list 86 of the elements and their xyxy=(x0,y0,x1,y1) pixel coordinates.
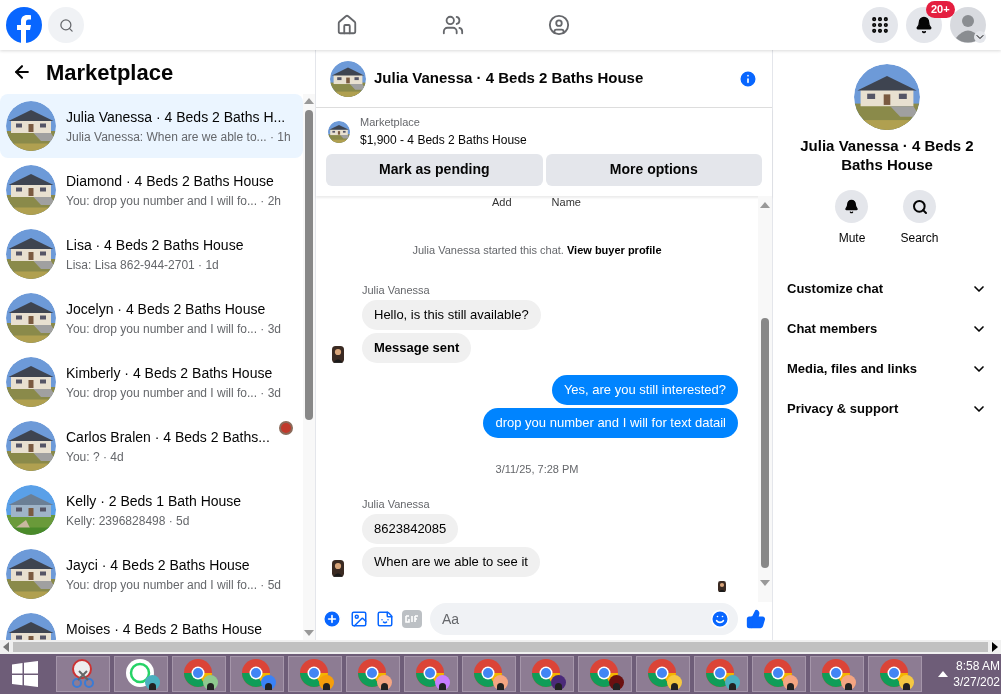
scroll-right-arrow[interactable] xyxy=(992,642,998,652)
conversation-preview: Julia Vanessa: When are we able to... · 1h xyxy=(66,129,292,145)
message-timestamp: 3/11/25, 7:28 PM xyxy=(495,462,579,477)
profile-avatar[interactable] xyxy=(950,7,986,43)
conversation-title: Moises · 4 Beds 2 Baths House xyxy=(66,621,264,639)
avatar xyxy=(332,560,344,578)
tray-arrow[interactable] xyxy=(938,671,948,677)
avatar xyxy=(718,581,726,593)
search-button[interactable] xyxy=(48,7,84,43)
groups-icon[interactable] xyxy=(548,14,570,36)
conversation-title: Jayci · 4 Beds 2 Baths House xyxy=(66,557,251,575)
photo-icon[interactable] xyxy=(350,610,368,628)
bell-icon xyxy=(915,16,933,34)
conversation-title: Kelly · 2 Beds 1 Bath House xyxy=(66,493,243,511)
conversation-preview: You: drop you number and I will fo... · 5d xyxy=(66,577,282,593)
conversation-title: Diamond · 4 Beds 2 Baths House xyxy=(66,173,275,191)
cut-label: Name xyxy=(551,195,581,208)
conversation-item[interactable]: Julia Vanessa · 4 Beds 2 Baths H... Julia Vanessa: When are we able to... · 1h xyxy=(0,94,303,158)
page-title: Marketplace xyxy=(46,58,174,87)
scrollbar[interactable] xyxy=(303,94,315,640)
cut-label: Add xyxy=(492,195,512,208)
conversation-preview: You: drop you number and I will fo... · 3d xyxy=(66,321,282,337)
details-section[interactable]: Privacy & support xyxy=(787,389,987,429)
conversation-item[interactable]: Kimberly · 4 Beds 2 Baths House You: drop you number and I will fo... · 3d xyxy=(0,350,303,414)
windows-icon[interactable] xyxy=(12,661,38,687)
conversation-preview: You: drop you number and I will fo... · 2h xyxy=(66,193,282,209)
conversation-title: Jocelyn · 4 Beds 2 Baths House xyxy=(66,301,267,319)
conversation-preview: You: drop you number and I will fo... · 3d xyxy=(66,385,282,401)
conversation-title: Julia Vanessa · 4 Beds 2 Baths H... xyxy=(66,109,287,127)
notification-badge: 20+ xyxy=(926,1,955,18)
scroll-down-arrow[interactable] xyxy=(304,630,314,636)
home-icon[interactable] xyxy=(336,14,358,36)
incoming-message: 8623842085 xyxy=(362,514,459,545)
conversation-title: Lisa · 4 Beds 2 Baths House xyxy=(66,237,245,255)
sender-name: Julia Vanessa xyxy=(362,498,430,511)
listing-summary: $1,900 - 4 Beds 2 Baths House xyxy=(360,132,527,148)
scroll-down-arrow[interactable] xyxy=(760,580,770,586)
horizontal-scrollbar[interactable] xyxy=(0,640,1001,654)
conversation-item[interactable]: Carlos Bralen · 4 Beds 2 Baths... You: ? · 4d xyxy=(0,414,303,478)
clock-date: 3/27/202 xyxy=(953,674,1000,690)
incoming-message: When are we able to see it xyxy=(362,547,540,578)
conversation-title: Kimberly · 4 Beds 2 Baths House xyxy=(66,365,274,383)
scroll-left-arrow[interactable] xyxy=(3,642,9,652)
chat-notice: Julia Vanessa started this chat. View buyer profile xyxy=(411,242,663,258)
conversation-preview: Kelly: 2396828498 · 5d xyxy=(66,513,191,529)
search-icon xyxy=(58,17,74,33)
clock-time: 8:58 AM xyxy=(955,658,1000,674)
scroll-up-arrow[interactable] xyxy=(760,201,770,208)
conversation-item[interactable]: Jocelyn · 4 Beds 2 Baths House You: drop you number and I will fo... · 3d xyxy=(0,286,303,350)
outgoing-message: drop you number and I will for text datail xyxy=(483,408,738,439)
details-action[interactable]: Search xyxy=(900,190,939,247)
incoming-message: Hello, is this still available? xyxy=(362,300,541,331)
scrollbar[interactable] xyxy=(758,195,772,602)
menu-button[interactable] xyxy=(862,7,898,43)
listing-action-button[interactable]: Mark as pending xyxy=(326,153,543,186)
conversation-item[interactable]: Diamond · 4 Beds 2 Baths House You: drop you number and I will fo... · 2h xyxy=(0,158,303,222)
bell-icon xyxy=(844,199,860,214)
info-icon[interactable] xyxy=(738,68,758,89)
details-title: Julia Vanessa · 4 Beds 2 Baths House xyxy=(799,136,975,174)
like-icon[interactable] xyxy=(746,609,766,629)
incoming-message: Message sent xyxy=(362,333,472,364)
details-section[interactable]: Customize chat xyxy=(787,269,987,309)
conversation-preview: You: ? · 4d xyxy=(66,449,125,465)
conversation-preview: Lisa: Lisa 862-944-2701 · 1d xyxy=(66,257,220,273)
scroll-up-arrow[interactable] xyxy=(304,98,314,104)
conversation-item[interactable]: Kelly · 2 Beds 1 Bath House Kelly: 2396828498 · 5d xyxy=(0,478,303,542)
conversation-title: Carlos Bralen · 4 Beds 2 Baths... xyxy=(66,429,269,447)
listing-source: Marketplace xyxy=(360,116,421,130)
details-section[interactable]: Chat members xyxy=(787,309,987,349)
plus-icon[interactable] xyxy=(322,609,342,629)
buyer-profile-link[interactable]: View buyer profile xyxy=(566,243,662,256)
details-section[interactable]: Media, files and links xyxy=(787,349,987,389)
listing-action-button[interactable]: More options xyxy=(545,153,762,186)
back-icon[interactable] xyxy=(12,62,32,82)
outgoing-message: Yes, are you still interested? xyxy=(551,375,738,406)
conversation-item[interactable]: Jayci · 4 Beds 2 Baths House You: drop you number and I will fo... · 5d xyxy=(0,542,303,606)
chat-title: Julia Vanessa · 4 Beds 2 Baths House xyxy=(374,68,645,89)
logo-icon[interactable] xyxy=(6,7,42,43)
sticker-icon[interactable] xyxy=(376,610,394,628)
search-icon xyxy=(911,198,928,215)
conversation-item[interactable]: Lisa · 4 Beds 2 Baths House Lisa: Lisa 862-944-2701 · 1d xyxy=(0,222,303,286)
sender-name: Julia Vanessa xyxy=(362,284,430,297)
avatar xyxy=(332,346,344,364)
menu-icon xyxy=(870,15,890,35)
message-field[interactable]: Aa xyxy=(430,603,738,635)
friends-icon[interactable] xyxy=(442,14,464,36)
